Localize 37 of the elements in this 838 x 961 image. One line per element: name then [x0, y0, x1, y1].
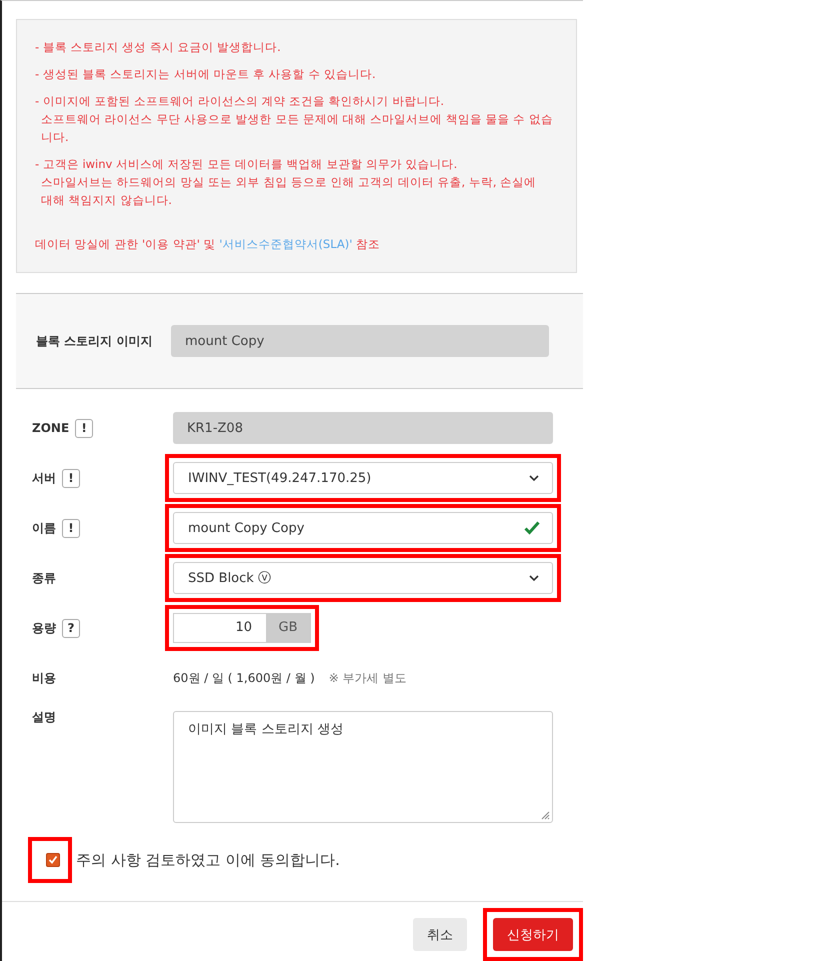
field-label: 비용: [32, 670, 56, 686]
help-badge[interactable]: !: [75, 418, 94, 438]
notice-text: - 블록 스토리지 생성 즉시 요금이 발생합니다.: [35, 39, 282, 56]
resize-grip-icon: [540, 810, 550, 820]
submit-button[interactable]: 신청하기: [493, 918, 573, 951]
notice-text: 스마일서브는 하드웨어의 망실 또는 외부 침입 등으로 인해 고객의 데이터 유출, 누락, 손실에: [40, 174, 538, 191]
field-label: ZONE: [32, 421, 70, 435]
name-field[interactable]: mount Copy Copy: [173, 512, 553, 544]
image-field: mount Copy: [171, 325, 549, 357]
notice-text: - 이미지에 포함된 소프트웨어 라이선스의 계약 조건을 확인하시기 바랍니다.: [35, 93, 446, 110]
zone-field: KR1-Z08: [173, 412, 553, 444]
field-label: 종류: [32, 570, 56, 586]
cancel-button[interactable]: 취소: [413, 918, 467, 951]
select-field[interactable]: SSD Block ⓥ: [173, 562, 553, 594]
agree-checkbox[interactable]: [46, 853, 60, 867]
help-badge[interactable]: !: [62, 518, 80, 538]
field-label: 블록 스토리지 이미지: [36, 332, 154, 350]
field-label: 설명: [32, 709, 56, 726]
chevron-down-icon: [528, 474, 540, 482]
select-field[interactable]: IWINV_TEST(49.247.170.25): [173, 462, 553, 494]
agree-label: 주의 사항 검토하였고 이에 동의합니다.: [76, 850, 340, 870]
unit-label: GB: [266, 614, 310, 642]
field-label: 용량: [32, 620, 56, 636]
notice-text: - 생성된 블록 스토리지는 서버에 마운트 후 사용할 수 있습니다.: [35, 66, 377, 83]
chevron-down-icon: [528, 574, 540, 582]
notice-text: 소프트웨어 라이선스 무단 사용으로 발생한 모든 문제에 대해 스마일서브에 책임을 물을 수 없습니다.: [40, 111, 554, 146]
field-label: 서버: [32, 470, 56, 486]
notice-text: 대해 책임지지 않습니다.: [40, 192, 173, 209]
cost-text: 60원 / 일 ( 1,600원 / 월 ): [173, 670, 315, 686]
vat-note: ※ 부가세 별도: [328, 670, 406, 686]
notice-text: - 고객은 iwinv 서비스에 저장된 모든 데이터를 백업해 보관할 의무가 있습니다.: [35, 156, 458, 173]
field-label: 이름: [32, 520, 56, 536]
help-badge[interactable]: !: [62, 468, 80, 488]
description-field[interactable]: 이미지 블록 스토리지 생성: [173, 711, 553, 823]
size-field[interactable]: 10 GB: [173, 613, 311, 643]
notice-text: 데이터 망실에 관한 '이용 약관' 및 '서비스수준협약서(SLA)' 참조: [35, 237, 382, 252]
help-badge[interactable]: ?: [62, 618, 80, 638]
